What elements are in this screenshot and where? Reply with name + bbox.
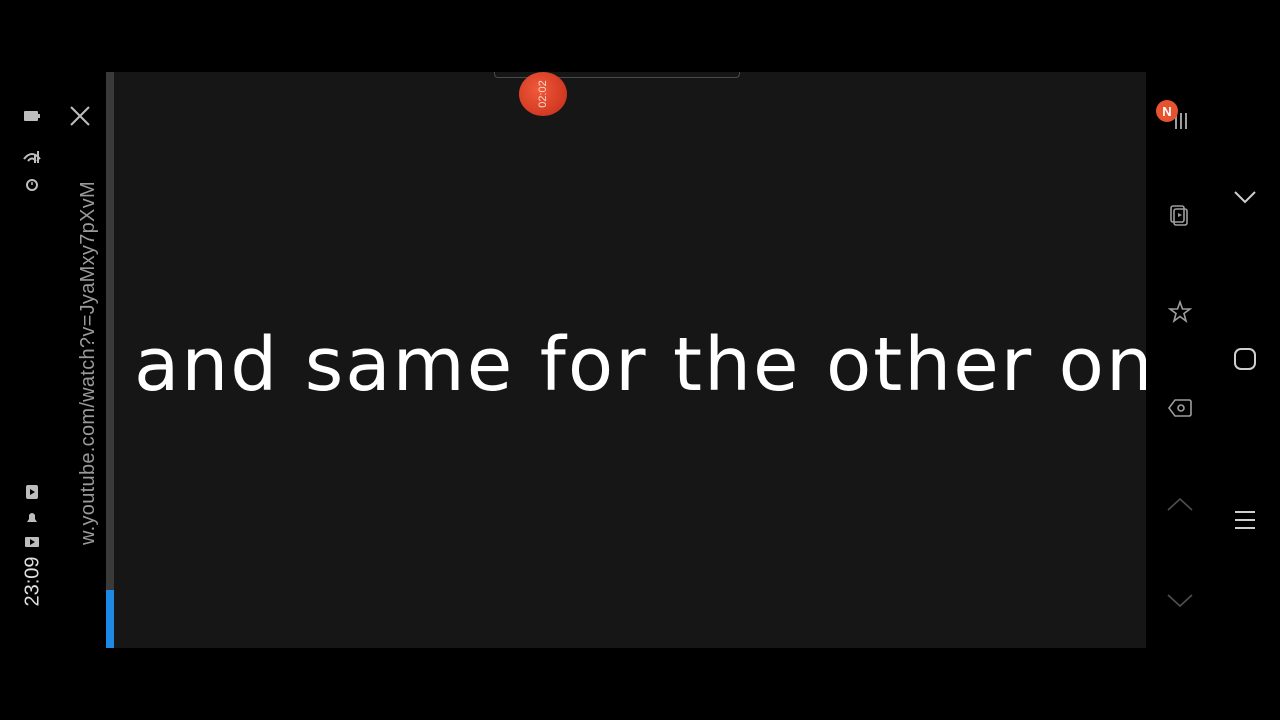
menu-icon[interactable] xyxy=(1228,503,1262,537)
notification-icon xyxy=(18,508,46,528)
eraser-icon[interactable] xyxy=(1162,390,1198,426)
screen: 23:09 w.youtube.com/watch?v=JyaMxy7pXvM … xyxy=(0,0,1280,720)
recorder-elapsed: 02:02 xyxy=(537,80,549,108)
video-progress-fill xyxy=(106,590,114,648)
scroll-up-icon[interactable] xyxy=(1162,486,1198,522)
screen-recorder-button[interactable]: 02:02 xyxy=(519,72,567,116)
screenshot-icon[interactable] xyxy=(1162,198,1198,234)
home-icon[interactable] xyxy=(1228,342,1262,376)
chevron-down-icon[interactable] xyxy=(1228,180,1262,214)
battery-icon xyxy=(18,106,46,126)
status-time: 23:09 xyxy=(21,556,44,607)
video-caption: and same for the other one xyxy=(134,322,1146,408)
video-player[interactable]: 02:02 and same for the other one xyxy=(114,72,1146,648)
url-bar[interactable]: w.youtube.com/watch?v=JyaMxy7pXvM xyxy=(77,113,103,613)
scroll-down-icon[interactable] xyxy=(1162,582,1198,618)
video-progress-bar[interactable] xyxy=(106,72,114,648)
media-icon xyxy=(18,482,46,502)
notification-badge: N xyxy=(1156,100,1178,122)
pin-star-icon[interactable] xyxy=(1162,294,1198,330)
wifi-signal-icon xyxy=(18,146,46,166)
alarm-icon xyxy=(18,174,46,194)
status-bar: 23:09 xyxy=(18,100,48,620)
